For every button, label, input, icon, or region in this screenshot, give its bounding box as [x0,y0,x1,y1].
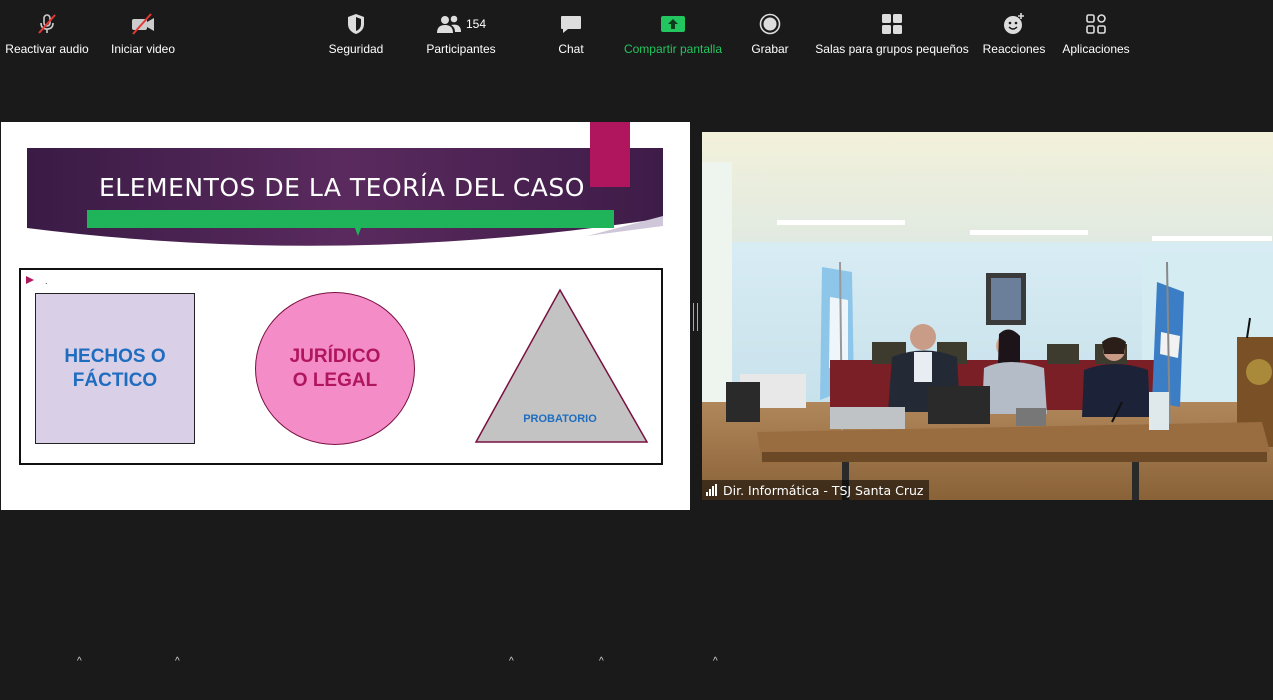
record-label: Grabar [751,42,789,56]
bullet-arrow-icon [26,276,34,284]
hechos-text: HECHOS O FÁCTICO [64,345,166,391]
grid-icon [881,12,903,36]
smiley-icon [1002,12,1026,36]
split-view-handle[interactable] [693,303,698,331]
signal-strength-icon [706,484,717,496]
juridico-circle: JURÍDICO O LEGAL [255,292,415,445]
probatorio-text: PROBATORIO [523,413,597,425]
reactions-button[interactable]: Reacciones [981,12,1047,56]
participant-name: Dir. Informática - TSJ Santa Cruz [723,482,924,498]
apps-icon [1085,12,1107,36]
participants-count: 154 [465,17,487,31]
record-button[interactable]: Grabar [748,12,792,56]
participants-button[interactable]: 154 Participantes [424,12,498,56]
breakout-rooms-button[interactable]: Salas para grupos pequeños [815,12,969,56]
record-icon [759,12,781,36]
juridico-text: JURÍDICO O LEGAL [289,345,381,391]
microphone-muted-icon [35,12,59,36]
share-screen-button[interactable]: Compartir pantalla [620,12,726,56]
share-options-caret-icon[interactable]: ^ [713,656,718,667]
reactions-label: Reacciones [982,42,1046,56]
audio-options-caret-icon[interactable]: ^ [77,656,82,667]
apps-label: Aplicaciones [1062,42,1130,56]
chat-button[interactable]: Chat [551,12,591,56]
share-screen-icon [660,12,686,36]
chat-bubble-icon [559,12,583,36]
meeting-toolbar [0,640,1273,700]
security-label: Seguridad [328,42,384,56]
participants-label: Participantes [426,42,496,56]
chat-label: Chat [558,42,584,56]
chat-options-caret-icon[interactable]: ^ [599,656,604,667]
slide-title: ELEMENTOS DE LA TEORÍA DEL CASO [99,173,585,202]
people-icon [436,15,461,33]
security-button[interactable]: Seguridad [324,12,388,56]
participants-icon-group: 154 [436,12,486,36]
start-video-label: Iniciar video [110,42,176,56]
participants-options-caret-icon[interactable]: ^ [509,656,514,667]
shield-icon [345,12,367,36]
start-video-button[interactable]: Iniciar video [104,12,182,56]
video-options-caret-icon[interactable]: ^ [175,656,180,667]
participant-video[interactable] [702,132,1273,500]
hechos-square: HECHOS O FÁCTICO [35,293,195,444]
breakout-rooms-label: Salas para grupos pequeños [815,42,969,56]
unmute-audio-button[interactable]: Reactivar audio [4,12,90,56]
unmute-audio-label: Reactivar audio [5,42,89,56]
participant-name-label: Dir. Informática - TSJ Santa Cruz [702,480,930,500]
apps-button[interactable]: Aplicaciones [1059,12,1133,56]
camera-off-icon [129,12,157,36]
share-screen-label: Compartir pantalla [623,42,723,56]
bullet-text: . [45,276,48,286]
